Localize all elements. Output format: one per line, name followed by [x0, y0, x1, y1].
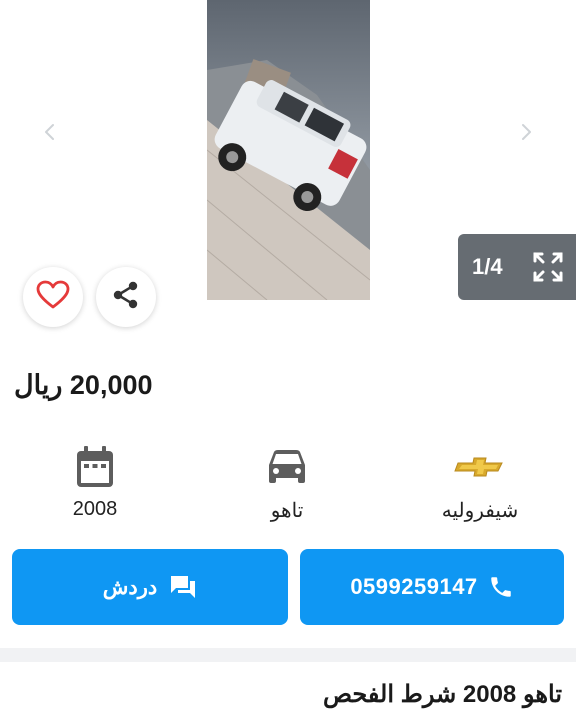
spec-brand: شيفروليه: [415, 446, 545, 523]
image-counter-overlay[interactable]: 1/4: [458, 234, 576, 300]
spec-year: 2008: [30, 446, 160, 521]
chevrolet-logo-icon: [454, 457, 506, 481]
chat-icon: [169, 574, 197, 600]
spec-model: تاهو: [222, 446, 352, 523]
heart-icon: [36, 280, 70, 314]
fullscreen-icon[interactable]: [532, 251, 564, 283]
car-icon: [266, 448, 308, 490]
spec-model-value: تاهو: [270, 500, 304, 522]
section-divider: [0, 648, 576, 662]
previous-image-button[interactable]: [36, 120, 64, 148]
image-counter: 1/4: [472, 254, 503, 279]
phone-icon: [488, 574, 514, 600]
next-image-button[interactable]: [512, 120, 540, 148]
spec-brand-value: شيفروليه: [441, 500, 519, 522]
chat-button-label: دردش: [102, 575, 158, 599]
specs-row: شيفروليه تاهو 2008: [0, 446, 576, 526]
share-button[interactable]: [96, 267, 156, 327]
chevron-left-icon: [40, 122, 60, 146]
chat-button[interactable]: دردش: [12, 549, 288, 625]
share-icon: [111, 280, 141, 314]
image-gallery[interactable]: 1/4: [0, 0, 576, 300]
call-button-label: 0599259147: [350, 574, 478, 599]
listing-title: تاهو 2008 شرط الفحص: [322, 681, 562, 708]
chevron-right-icon: [516, 122, 536, 146]
favorite-button[interactable]: [23, 267, 83, 327]
calendar-icon: [75, 445, 115, 493]
call-button[interactable]: 0599259147: [300, 549, 564, 625]
listing-photo[interactable]: [207, 0, 370, 300]
listing-price: 20,000 ريال: [14, 370, 153, 400]
spec-year-value: 2008: [72, 498, 118, 520]
